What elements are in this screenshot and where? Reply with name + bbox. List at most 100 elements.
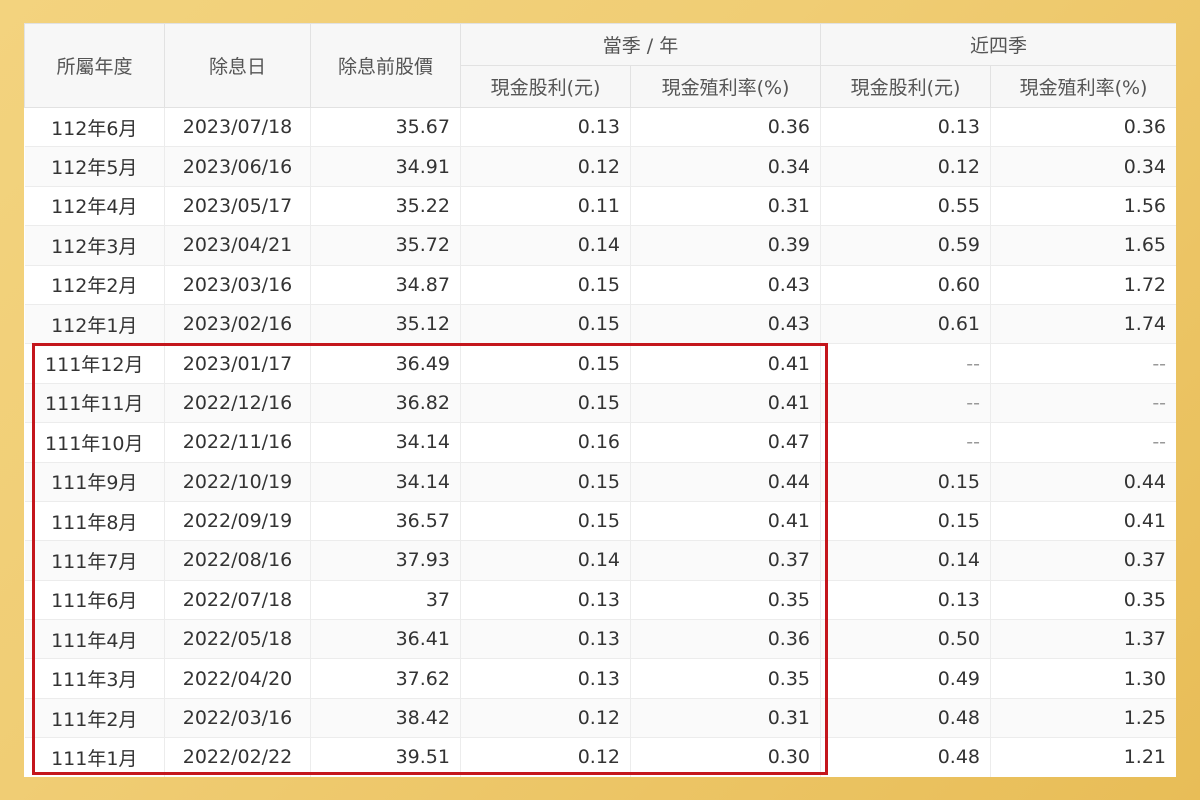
cell-cash-yield-4q: 0.44 xyxy=(990,462,1176,502)
header-ex-date: 除息日 xyxy=(164,23,311,108)
cell-ex-date: 2023/03/16 xyxy=(164,265,311,305)
cell-cash-dividend-4q: 0.48 xyxy=(820,698,992,739)
cell-pre-price: 37.93 xyxy=(310,540,461,581)
cell-cash-dividend-4q: 0.55 xyxy=(820,186,992,227)
cell-cash-dividend: 0.12 xyxy=(460,737,631,777)
cell-year: 112年3月 xyxy=(24,225,165,266)
cell-cash-yield-4q: 1.30 xyxy=(990,658,1176,699)
cell-pre-price: 37.62 xyxy=(310,658,461,699)
cell-ex-date: 2022/11/16 xyxy=(164,422,311,463)
cell-cash-dividend-4q: 0.13 xyxy=(820,580,992,621)
header-group-current: 當季 / 年 xyxy=(459,23,822,66)
cell-ex-date: 2023/05/17 xyxy=(164,186,311,227)
cell-year: 111年12月 xyxy=(24,343,165,384)
cell-cash-dividend: 0.12 xyxy=(460,146,631,187)
table-row: 111年1月 2022/02/22 39.51 0.12 0.30 0.48 1.21 xyxy=(24,737,1176,777)
table-row: 111年11月 2022/12/16 36.82 0.15 0.41 -- -- xyxy=(24,383,1176,424)
header-cash-dividend-4q: 現金股利(元) xyxy=(820,65,992,108)
cell-cash-yield-4q: -- xyxy=(990,383,1176,424)
cell-year: 111年10月 xyxy=(24,422,165,463)
header-pre-price: 除息前股價 xyxy=(310,23,461,108)
cell-cash-yield: 0.35 xyxy=(630,580,822,621)
cell-cash-yield-4q: 0.41 xyxy=(990,501,1176,542)
cell-cash-yield: 0.37 xyxy=(630,540,822,581)
cell-cash-yield-4q: -- xyxy=(990,343,1176,384)
cell-pre-price: 39.51 xyxy=(310,737,461,777)
cell-year: 111年9月 xyxy=(24,462,165,502)
cell-ex-date: 2022/08/16 xyxy=(164,540,311,581)
table-row: 111年6月 2022/07/18 37 0.13 0.35 0.13 0.35 xyxy=(24,580,1176,621)
cell-ex-date: 2023/06/16 xyxy=(164,146,311,187)
cell-cash-dividend: 0.15 xyxy=(460,462,631,502)
cell-year: 112年5月 xyxy=(24,146,165,187)
cell-cash-dividend: 0.15 xyxy=(460,343,631,384)
cell-cash-yield: 0.31 xyxy=(630,186,822,227)
cell-cash-yield-4q: 0.35 xyxy=(990,580,1176,621)
cell-cash-yield: 0.41 xyxy=(630,501,822,542)
cell-year: 111年2月 xyxy=(24,698,165,739)
cell-cash-dividend-4q: 0.12 xyxy=(820,146,992,187)
table-body: 112年6月 2023/07/18 35.67 0.13 0.36 0.13 0.36 112… xyxy=(24,107,1176,777)
cell-year: 111年1月 xyxy=(24,737,165,777)
cell-year: 111年6月 xyxy=(24,580,165,621)
cell-pre-price: 36.57 xyxy=(310,501,461,542)
cell-cash-dividend-4q: -- xyxy=(820,422,992,463)
cell-cash-yield: 0.36 xyxy=(630,107,822,148)
cell-year: 111年7月 xyxy=(24,540,165,581)
cell-cash-dividend: 0.15 xyxy=(460,265,631,305)
cell-cash-dividend-4q: 0.61 xyxy=(820,304,992,345)
cell-cash-dividend: 0.13 xyxy=(460,580,631,621)
cell-pre-price: 35.67 xyxy=(310,107,461,148)
cell-pre-price: 34.14 xyxy=(310,462,461,502)
table-header: 所屬年度 除息日 除息前股價 當季 / 年 近四季 現金股利(元) 現金殖利率(… xyxy=(24,23,1176,108)
cell-pre-price: 34.14 xyxy=(310,422,461,463)
cell-cash-yield: 0.35 xyxy=(630,658,822,699)
cell-ex-date: 2022/02/22 xyxy=(164,737,311,777)
cell-cash-dividend-4q: -- xyxy=(820,383,992,424)
cell-cash-dividend-4q: 0.15 xyxy=(820,462,992,502)
cell-ex-date: 2023/04/21 xyxy=(164,225,311,266)
cell-ex-date: 2022/12/16 xyxy=(164,383,311,424)
cell-cash-yield-4q: 0.36 xyxy=(990,107,1176,148)
cell-pre-price: 36.41 xyxy=(310,619,461,660)
cell-pre-price: 34.87 xyxy=(310,265,461,305)
table-row: 111年7月 2022/08/16 37.93 0.14 0.37 0.14 0.37 xyxy=(24,540,1176,581)
cell-cash-yield-4q: 0.37 xyxy=(990,540,1176,581)
cell-year: 112年6月 xyxy=(24,107,165,148)
cell-cash-yield: 0.43 xyxy=(630,304,822,345)
cell-year: 111年4月 xyxy=(24,619,165,660)
cell-year: 112年2月 xyxy=(24,265,165,305)
cell-cash-dividend: 0.11 xyxy=(460,186,631,227)
cell-cash-yield: 0.43 xyxy=(630,265,822,305)
cell-ex-date: 2022/09/19 xyxy=(164,501,311,542)
cell-cash-yield: 0.30 xyxy=(630,737,822,777)
cell-ex-date: 2022/03/16 xyxy=(164,698,311,739)
cell-year: 111年3月 xyxy=(24,658,165,699)
cell-ex-date: 2022/04/20 xyxy=(164,658,311,699)
cell-cash-yield-4q: 1.21 xyxy=(990,737,1176,777)
cell-ex-date: 2022/10/19 xyxy=(164,462,311,502)
table-row: 111年4月 2022/05/18 36.41 0.13 0.36 0.50 1.37 xyxy=(24,619,1176,660)
cell-cash-dividend-4q: 0.60 xyxy=(820,265,992,305)
table-row: 111年12月 2023/01/17 36.49 0.15 0.41 -- -- xyxy=(24,343,1176,384)
cell-year: 112年4月 xyxy=(24,186,165,227)
cell-cash-dividend-4q: 0.50 xyxy=(820,619,992,660)
cell-cash-yield-4q: -- xyxy=(990,422,1176,463)
header-cash-yield-4q: 現金殖利率(%) xyxy=(990,65,1176,108)
cell-cash-yield: 0.31 xyxy=(630,698,822,739)
table-row: 111年10月 2022/11/16 34.14 0.16 0.47 -- -- xyxy=(24,422,1176,463)
dividend-table-panel: 所屬年度 除息日 除息前股價 當季 / 年 近四季 現金股利(元) 現金殖利率(… xyxy=(24,23,1176,777)
table-row: 112年5月 2023/06/16 34.91 0.12 0.34 0.12 0.34 xyxy=(24,146,1176,187)
cell-ex-date: 2022/07/18 xyxy=(164,580,311,621)
cell-cash-yield: 0.36 xyxy=(630,619,822,660)
cell-cash-dividend: 0.15 xyxy=(460,501,631,542)
table-row: 112年6月 2023/07/18 35.67 0.13 0.36 0.13 0.36 xyxy=(24,107,1176,148)
cell-pre-price: 35.22 xyxy=(310,186,461,227)
cell-cash-dividend: 0.13 xyxy=(460,658,631,699)
cell-cash-dividend-4q: 0.13 xyxy=(820,107,992,148)
cell-pre-price: 36.82 xyxy=(310,383,461,424)
cell-pre-price: 35.12 xyxy=(310,304,461,345)
header-cash-dividend: 現金股利(元) xyxy=(460,65,631,108)
dividend-table: 所屬年度 除息日 除息前股價 當季 / 年 近四季 現金股利(元) 現金殖利率(… xyxy=(24,23,1176,777)
cell-cash-dividend: 0.12 xyxy=(460,698,631,739)
